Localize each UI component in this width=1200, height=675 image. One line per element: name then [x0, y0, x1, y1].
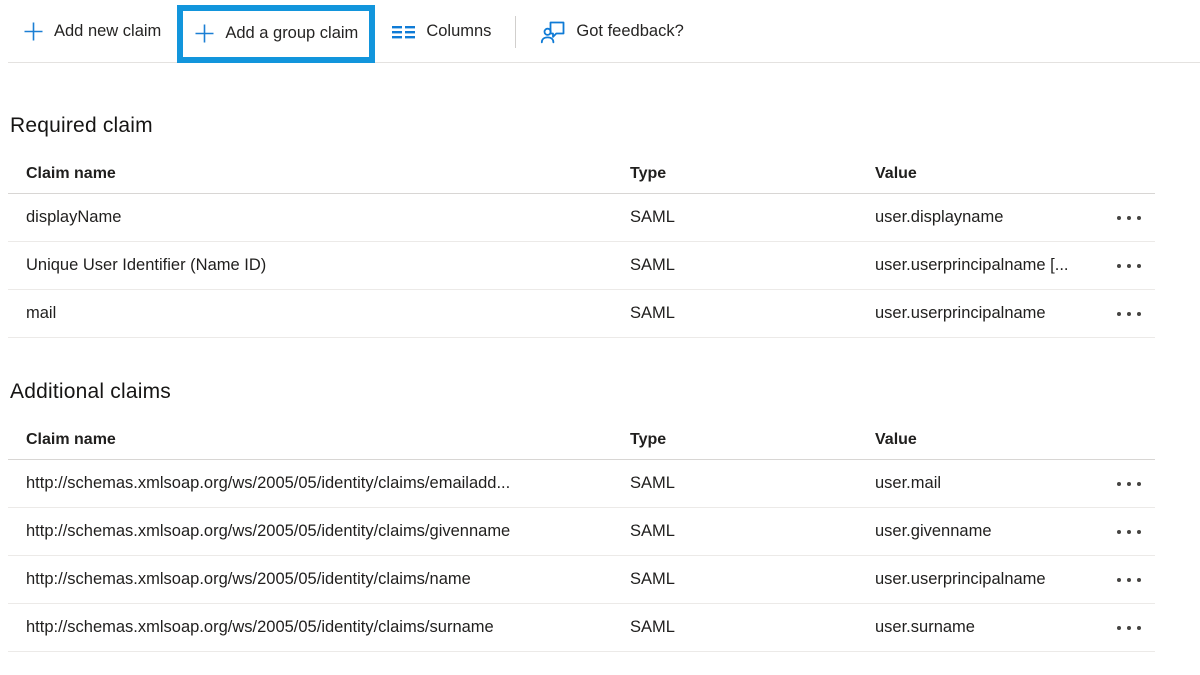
ellipsis-icon	[1117, 216, 1121, 220]
got-feedback-label: Got feedback?	[576, 22, 683, 41]
columns-button[interactable]: Columns	[376, 0, 506, 63]
ellipsis-icon	[1117, 626, 1121, 630]
row-context-menu-button[interactable]	[1113, 304, 1145, 324]
row-actions-cell	[1090, 256, 1155, 276]
got-feedback-button[interactable]: Got feedback?	[525, 0, 698, 63]
columns-label: Columns	[426, 22, 491, 41]
table-header-row: Claim name Type Value	[8, 154, 1155, 194]
add-new-claim-label: Add new claim	[54, 22, 161, 41]
row-actions-cell	[1090, 618, 1155, 638]
claim-name-cell: http://schemas.xmlsoap.org/ws/2005/05/id…	[8, 522, 630, 541]
feedback-person-icon	[540, 18, 566, 45]
claim-value-cell: user.userprincipalname	[875, 304, 1090, 323]
claim-value-cell: user.givenname	[875, 522, 1090, 541]
additional-claims-table: Claim name Type Value http://schemas.xml…	[8, 420, 1155, 652]
column-header-value: Value	[875, 165, 1090, 183]
claim-name-cell: http://schemas.xmlsoap.org/ws/2005/05/id…	[8, 474, 630, 493]
row-actions-cell	[1090, 474, 1155, 494]
plus-icon	[23, 21, 44, 42]
claim-value-cell: user.mail	[875, 474, 1090, 493]
row-actions-cell	[1090, 570, 1155, 590]
row-context-menu-button[interactable]	[1113, 522, 1145, 542]
ellipsis-icon	[1117, 482, 1121, 486]
ellipsis-icon	[1117, 578, 1121, 582]
row-context-menu-button[interactable]	[1113, 570, 1145, 590]
plus-icon	[194, 23, 215, 44]
claim-value-cell: user.userprincipalname	[875, 570, 1090, 589]
row-context-menu-button[interactable]	[1113, 256, 1145, 276]
add-new-claim-button[interactable]: Add new claim	[8, 0, 176, 63]
row-actions-cell	[1090, 208, 1155, 228]
claim-type-cell: SAML	[630, 208, 875, 227]
column-header-value: Value	[875, 431, 1090, 449]
claim-name-cell: Unique User Identifier (Name ID)	[8, 256, 630, 275]
row-context-menu-button[interactable]	[1113, 208, 1145, 228]
claim-type-cell: SAML	[630, 618, 875, 637]
table-header-row: Claim name Type Value	[8, 420, 1155, 460]
row-context-menu-button[interactable]	[1113, 618, 1145, 638]
claim-value-cell: user.userprincipalname [...	[875, 256, 1090, 275]
ellipsis-icon	[1117, 312, 1121, 316]
ellipsis-icon	[1117, 264, 1121, 268]
required-claims-table: Claim name Type Value displayName SAML u…	[8, 154, 1155, 338]
row-actions-cell	[1090, 304, 1155, 324]
table-row: http://schemas.xmlsoap.org/ws/2005/05/id…	[8, 460, 1155, 508]
columns-icon	[391, 22, 416, 42]
annotation-highlight-box: Add a group claim	[177, 5, 375, 63]
table-row: http://schemas.xmlsoap.org/ws/2005/05/id…	[8, 508, 1155, 556]
table-row: mail SAML user.userprincipalname	[8, 290, 1155, 338]
section-title-additional-claims: Additional claims	[10, 378, 1200, 406]
table-row: http://schemas.xmlsoap.org/ws/2005/05/id…	[8, 604, 1155, 652]
row-actions-cell	[1090, 522, 1155, 542]
claim-name-cell: displayName	[8, 208, 630, 227]
claim-value-cell: user.surname	[875, 618, 1090, 637]
claim-value-cell: user.displayname	[875, 208, 1090, 227]
additional-claims-section: Additional claims Claim name Type Value …	[0, 378, 1200, 652]
add-group-claim-label: Add a group claim	[225, 24, 358, 43]
table-row: Unique User Identifier (Name ID) SAML us…	[8, 242, 1155, 290]
table-row: http://schemas.xmlsoap.org/ws/2005/05/id…	[8, 556, 1155, 604]
claim-name-cell: mail	[8, 304, 630, 323]
toolbar-divider	[515, 16, 516, 48]
add-group-claim-button[interactable]: Add a group claim	[183, 12, 369, 56]
claim-type-cell: SAML	[630, 304, 875, 323]
column-header-claim-name: Claim name	[8, 165, 630, 183]
claim-name-cell: http://schemas.xmlsoap.org/ws/2005/05/id…	[8, 618, 630, 637]
section-title-required-claim: Required claim	[10, 112, 1200, 140]
ellipsis-icon	[1117, 530, 1121, 534]
row-context-menu-button[interactable]	[1113, 474, 1145, 494]
claim-name-cell: http://schemas.xmlsoap.org/ws/2005/05/id…	[8, 570, 630, 589]
column-header-type: Type	[630, 431, 875, 449]
claims-toolbar: Add new claim Add a group claim	[0, 0, 1200, 63]
claim-type-cell: SAML	[630, 570, 875, 589]
column-header-claim-name: Claim name	[8, 431, 630, 449]
claim-type-cell: SAML	[630, 256, 875, 275]
required-claims-section: Required claim Claim name Type Value dis…	[0, 112, 1200, 338]
table-row: displayName SAML user.displayname	[8, 194, 1155, 242]
column-header-type: Type	[630, 165, 875, 183]
claim-type-cell: SAML	[630, 522, 875, 541]
claim-type-cell: SAML	[630, 474, 875, 493]
